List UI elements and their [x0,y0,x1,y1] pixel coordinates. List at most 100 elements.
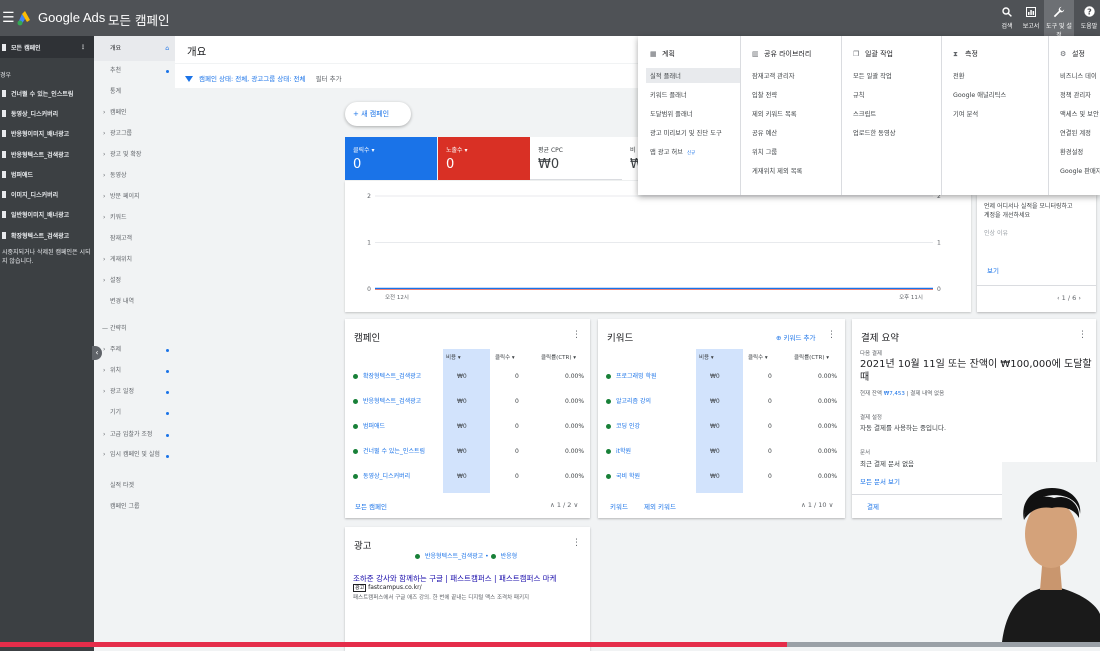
ad-headline[interactable]: 조하준 강사와 함께하는 구글 | 패스트캠퍼스 | 패스트캠퍼스 마케 [353,573,588,584]
tools-menu-item[interactable]: 모든 일괄 작업 [853,71,892,80]
campaign-item[interactable]: 일반형이미지_배너광고 [0,205,94,225]
row-name[interactable]: 반응형텍스트_검색광고 [353,398,441,406]
tools-menu-item[interactable]: 연결된 계정 [1060,128,1091,137]
cost-tile[interactable]: 비 ₩ [622,137,643,180]
reports-button[interactable]: 보고서 [1018,6,1044,30]
all-campaigns-link[interactable]: 모든 캠페인 [355,501,387,511]
campaign-item[interactable]: 반응형텍스트_검색광고 [0,144,94,164]
more-vert-icon[interactable]: ⋮ [827,330,836,340]
table-row[interactable]: 알고리즘 강의 ₩0 0 0.00% [598,398,843,420]
nav-collapse-toggle[interactable]: — 간략히 [94,323,175,335]
nav-item-landing-pages[interactable]: › 방문 페이지 [94,191,175,203]
tools-menu-item[interactable]: Google 판매자 [1060,166,1100,175]
table-row[interactable]: 확장형텍스트_검색광고 ₩0 0 0.00% [345,373,590,395]
row-name[interactable]: 동영상_디스커버리 [353,473,441,481]
nav-item-keywords[interactable]: › 키워드 [94,212,175,224]
tools-menu-item[interactable]: 규칙 [853,90,865,99]
avg-cpc-tile[interactable]: 평균 CPC ₩0 [530,137,622,180]
tools-menu-item[interactable]: 키워드 플래너 [650,90,687,99]
nav-item-insights[interactable]: 통계 [94,86,175,98]
tools-menu-item[interactable]: 실적 플래너 [646,68,740,83]
tools-menu-item[interactable]: 정책 관리자 [1060,90,1091,99]
view-link[interactable]: 보기 [987,265,999,275]
nav-item-audiences[interactable]: 잠재고객 [94,233,175,245]
clicks-tile[interactable]: 클릭수 ▾ 0 [345,137,437,180]
negative-keywords-link[interactable]: 제외 키워드 [644,501,676,511]
menu-icon[interactable]: ☰ [2,10,15,26]
search-button[interactable]: 검색 [994,6,1020,30]
tools-settings-button[interactable]: 도구 및 설정 [1044,0,1074,39]
nav-item-ad-schedule[interactable]: › 광고 일정 [94,386,175,398]
tools-menu-item[interactable]: 업로드한 동영상 [853,128,896,137]
table-row[interactable]: 반응형텍스트_검색광고 ₩0 0 0.00% [345,398,590,420]
card-pagination[interactable]: ∧ 1 / 2 ∨ [550,501,578,509]
nav-item-drafts-experiments[interactable]: › 임시 캠페인 및 실험 [94,450,175,472]
column-header-ctr[interactable]: 클릭률(CTR) ▾ [794,353,829,361]
table-row[interactable]: 국비 학원 ₩0 0 0.00% [598,473,843,495]
more-vert-icon[interactable]: ⋮ [1078,330,1087,340]
nav-item-performance-targets[interactable]: 실적 타겟 [94,480,175,492]
campaign-item[interactable]: 건너뛸 수 있는_인스트림 [0,83,94,103]
row-name[interactable]: 국비 학원 [606,473,694,481]
tools-menu-item[interactable]: 비즈니스 데이 [1060,71,1097,80]
nav-item-overview[interactable]: 개요 ⌂ [94,36,175,61]
tools-menu-item[interactable]: 환경설정 [1060,147,1083,156]
recommendation-pagination[interactable]: ‹ 1 / 6 › [1057,294,1081,302]
card-pagination[interactable]: ∧ 1 / 10 ∨ [801,501,833,509]
tools-menu-item[interactable]: 앱 광고 허브 신규 [650,147,695,156]
balance-value[interactable]: ₩7,453 [884,391,905,397]
keywords-link[interactable]: 키워드 [610,501,628,511]
campaign-item[interactable]: 범퍼애드 [0,164,94,184]
filter-status[interactable]: 캠페인 상태: 전체, 광고그룹 상태: 전체 [199,75,305,83]
more-vert-icon[interactable]: ⋮ [80,44,86,51]
tools-menu-item[interactable]: 액세스 및 보안 [1060,109,1099,118]
table-row[interactable]: 동영상_디스커버리 ₩0 0 0.00% [345,473,590,495]
nav-item-settings[interactable]: › 설정 [94,275,175,287]
filter-icon[interactable] [185,76,193,82]
tools-menu-item[interactable]: 제외 키워드 목록 [752,109,797,118]
column-header-clicks[interactable]: 클릭수 ▾ [748,353,768,361]
video-progress-bar[interactable] [0,642,787,647]
table-row[interactable]: 건너뛸 수 있는_인스트림 ₩0 0 0.00% [345,448,590,470]
tools-menu-item[interactable]: 위치 그룹 [752,147,777,156]
tools-menu-item[interactable]: 공유 예산 [752,128,777,137]
ad-tag[interactable]: 반응형텍스트_검색광고 [425,553,483,560]
impressions-tile[interactable]: 노출수 ▾ 0 [438,137,530,180]
nav-item-devices[interactable]: 기기 [94,407,175,419]
campaign-item[interactable]: 동영상_디스커버리 [0,103,94,123]
all-documents-link[interactable]: 모든 문서 보기 [860,476,900,486]
campaign-item[interactable]: 확장형텍스트_검색광고 [0,225,94,245]
row-name[interactable]: 프로그래밍 학원 [606,373,694,381]
tools-menu-item[interactable]: 기여 분석 [953,109,978,118]
row-name[interactable]: 범퍼애드 [353,423,441,431]
nav-item-bid-adjustments[interactable]: › 고급 입찰가 조정 [94,429,175,441]
nav-item-change-history[interactable]: 변경 내역 [94,296,175,308]
billing-link[interactable]: 결제 [867,501,879,511]
add-keyword-button[interactable]: ⊕ 키워드 추가 [776,332,816,342]
tools-menu-item[interactable]: 잠재고객 관리자 [752,71,795,80]
row-name[interactable]: 확장형텍스트_검색광고 [353,373,441,381]
nav-item-recommendations[interactable]: 추천 [94,65,175,77]
table-row[interactable]: 범퍼애드 ₩0 0 0.00% [345,423,590,445]
nav-item-campaigns[interactable]: › 캠페인 [94,107,175,119]
brand-name[interactable]: Google Ads [38,10,105,25]
tools-menu-item[interactable]: 도달범위 플래너 [650,109,693,118]
row-name[interactable]: 코딩 인강 [606,423,694,431]
ad-tag[interactable]: 반응형 [501,553,518,560]
campaign-item[interactable]: 이미지_디스커버리 [0,184,94,204]
campaign-item[interactable]: 반응형이미지_배너광고 [0,124,94,144]
more-vert-icon[interactable]: ⋮ [572,330,581,340]
nav-item-placements[interactable]: › 게재위치 [94,254,175,266]
column-header-ctr[interactable]: 클릭률(CTR) ▾ [541,353,576,361]
tools-menu-item[interactable]: 입찰 전략 [752,90,777,99]
tools-menu-item[interactable]: 광고 미리보기 및 진단 도구 [650,128,722,137]
help-button[interactable]: ? 도움말 [1076,6,1100,30]
column-header-cost[interactable]: 비용 ▾ [446,353,461,361]
nav-item-topics[interactable]: › 주제 [94,344,175,356]
nav-item-campaign-groups[interactable]: 캠페인 그룹 [94,501,175,513]
table-row[interactable]: it학원 ₩0 0 0.00% [598,448,843,470]
table-row[interactable]: 코딩 인강 ₩0 0 0.00% [598,423,843,445]
nav-item-ads-extensions[interactable]: › 광고 및 확장 [94,149,175,161]
column-header-clicks[interactable]: 클릭수 ▾ [495,353,515,361]
table-row[interactable]: 프로그래밍 학원 ₩0 0 0.00% [598,373,843,395]
